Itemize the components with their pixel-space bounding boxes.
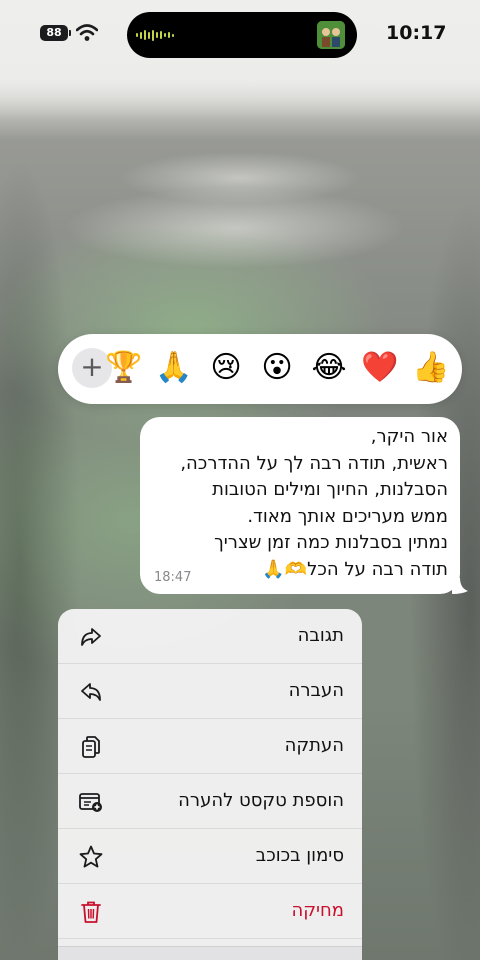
reaction-laugh[interactable]: 😂: [309, 346, 349, 390]
menu-item-add-note[interactable]: הוספת טקסט להערה: [58, 774, 362, 829]
reaction-thumbs-up[interactable]: 👍: [411, 346, 451, 390]
menu-more-indicator: [58, 946, 362, 960]
clock: 10:17: [386, 22, 447, 44]
menu-item-copy[interactable]: העתקה: [58, 719, 362, 774]
message-line: ראשית, תודה רבה לך על ההדרכה,: [180, 452, 448, 474]
menu-label: הוספת טקסט להערה: [178, 790, 344, 811]
now-playing-thumbnail: [317, 21, 345, 49]
battery-icon: 88: [40, 25, 68, 41]
audio-waveform-icon: [136, 29, 174, 41]
message-text: אור היקר, ראשית, תודה רבה לך על ההדרכה, …: [152, 424, 448, 583]
menu-item-forward[interactable]: העברה: [58, 664, 362, 719]
trash-icon: [81, 901, 101, 923]
menu-label: מחיקה: [291, 900, 344, 921]
reaction-pray[interactable]: 🙏: [154, 346, 194, 390]
battery-cap: [69, 30, 71, 36]
message-line: אור היקר,: [370, 426, 448, 447]
star-icon: [79, 845, 103, 868]
reaction-cry[interactable]: 😢: [206, 346, 246, 390]
menu-item-star[interactable]: סימון בכוכב: [58, 829, 362, 884]
reaction-wow[interactable]: 😮: [257, 346, 297, 390]
reply-icon: [81, 628, 101, 646]
wifi-icon: [76, 24, 98, 41]
message-line: ממש מעריכים אותך מאוד.: [247, 505, 448, 527]
message-timestamp: 18:47: [154, 570, 192, 585]
status-bar: 88 10:17: [0, 0, 480, 70]
copy-icon: [82, 736, 100, 758]
message-line: תודה רבה על הכל🫶🙏: [262, 558, 448, 580]
menu-label: סימון בכוכב: [255, 845, 344, 866]
menu-label: העתקה: [284, 735, 344, 756]
bubble-tail: [452, 578, 468, 594]
context-menu: תגובה העברה העתקה הוספת טקסט להערה סימון…: [58, 609, 362, 960]
add-note-icon: [79, 793, 102, 812]
message-line: נמתין בסבלנות כמה זמן שצריך: [214, 532, 448, 553]
reaction-heart[interactable]: ❤️: [360, 346, 400, 390]
menu-label: תגובה: [297, 625, 344, 646]
menu-label: העברה: [288, 680, 344, 701]
message-line: הסבלנות, החיוך ומילים הטובות: [212, 479, 448, 500]
menu-item-reply[interactable]: תגובה: [58, 609, 362, 664]
reaction-trophy[interactable]: 🏆: [104, 346, 144, 390]
forward-icon: [81, 683, 101, 701]
menu-item-delete[interactable]: מחיקה: [58, 884, 362, 939]
